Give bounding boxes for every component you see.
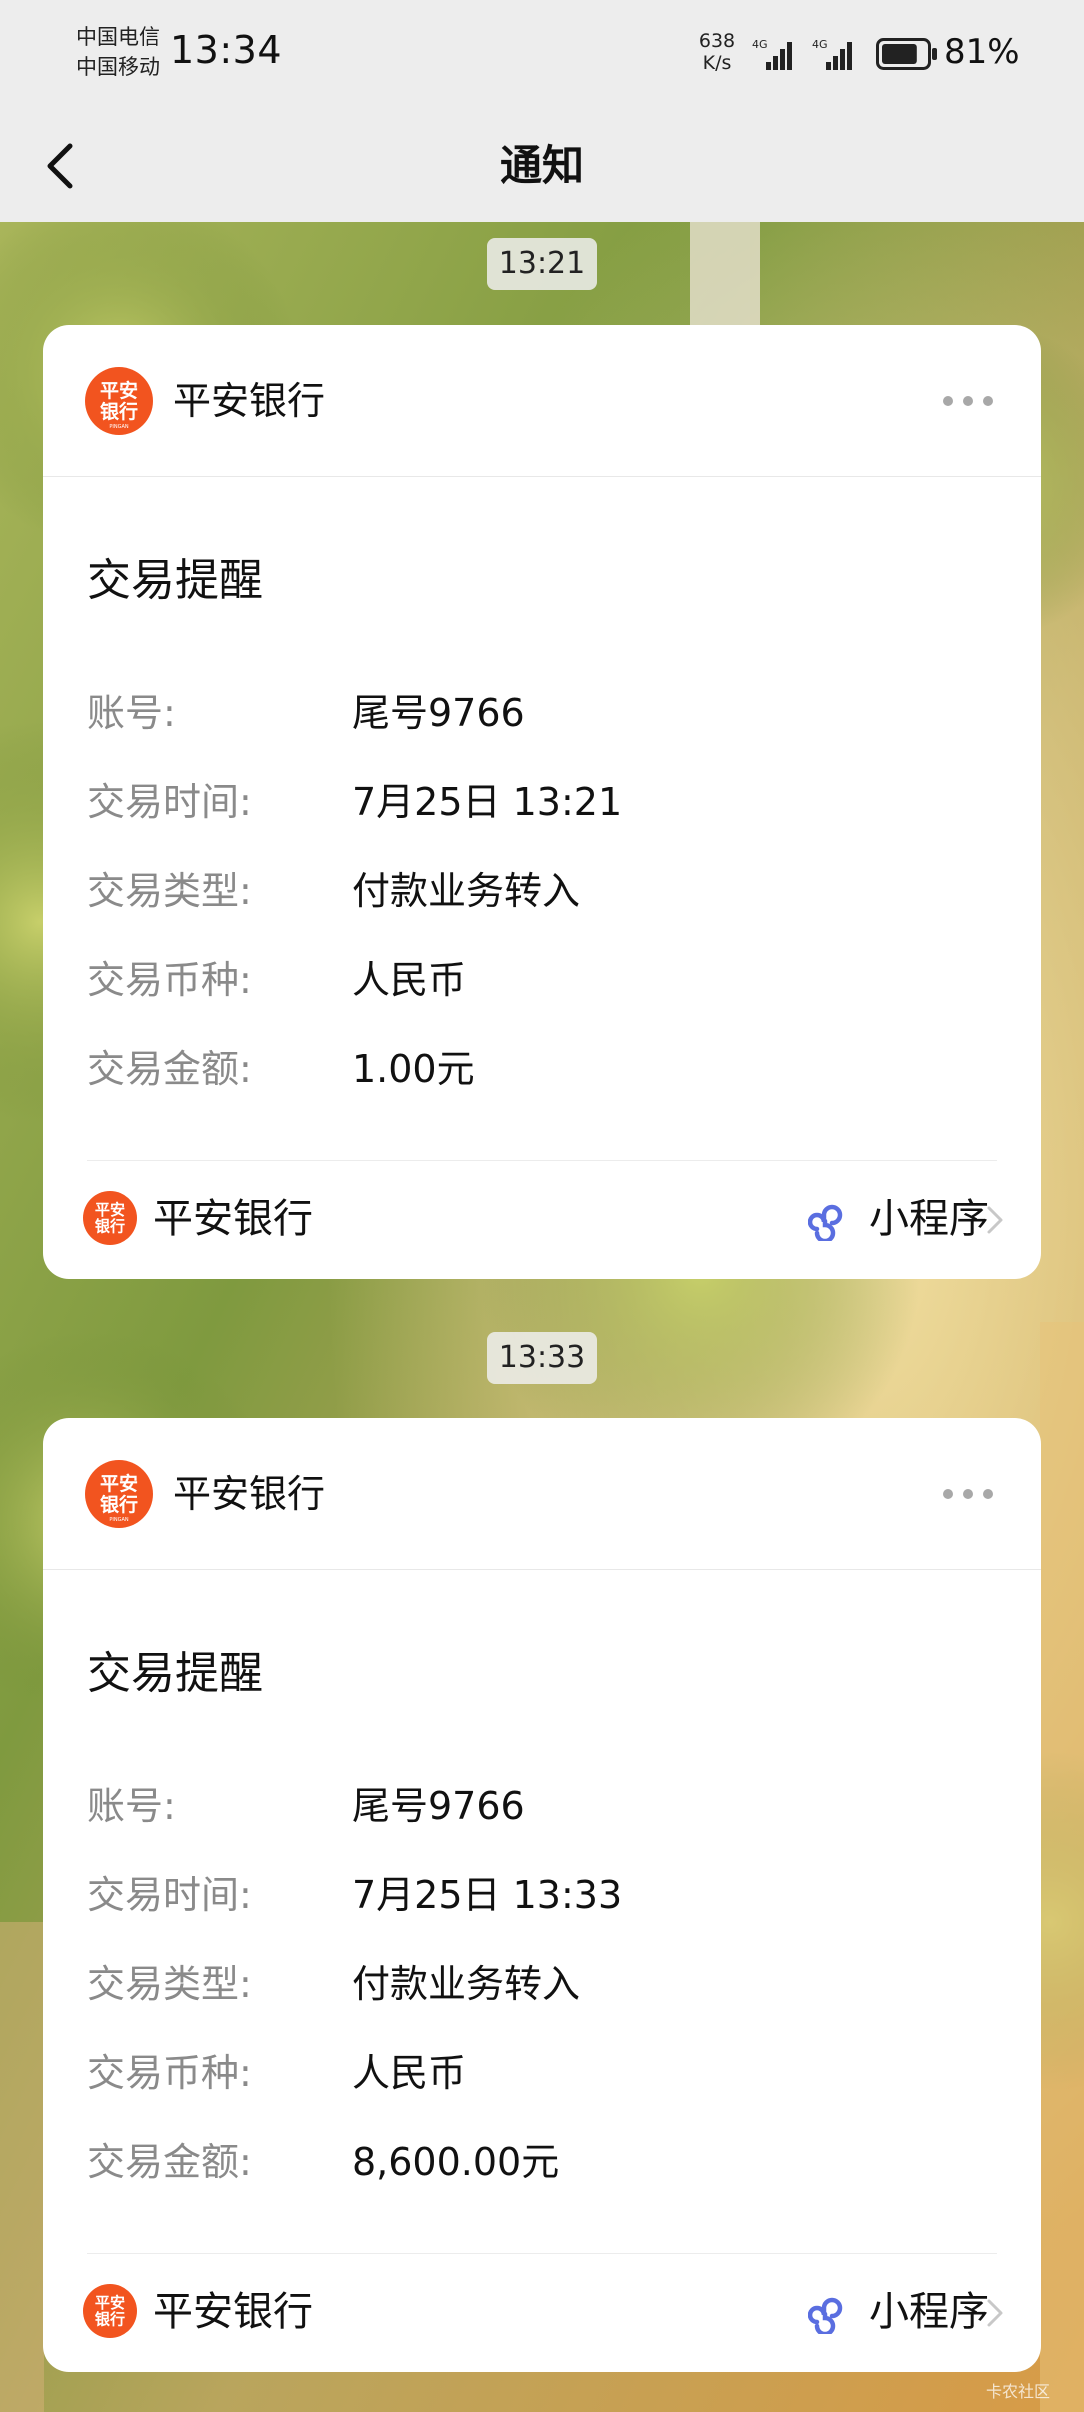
account-value: 尾号9766	[352, 1784, 525, 1828]
logo-text-bottom: 银行	[95, 2311, 125, 2329]
more-options-icon[interactable]	[939, 1480, 997, 1508]
transaction-type-value: 付款业务转入	[352, 869, 581, 913]
card-header: 平安 银行 PINGAN 平安银行	[43, 1418, 1041, 1570]
notification-card[interactable]: 平安 银行 PINGAN 平安银行 交易提醒 账号: 尾号9766 交易时间: …	[43, 325, 1041, 1279]
currency-value: 人民币	[352, 958, 467, 1002]
transaction-type-label: 交易类型:	[87, 1962, 252, 2006]
battery-percent: 81%	[944, 32, 1020, 72]
signal-2-label: 4G	[812, 38, 828, 51]
pingan-logo-small: 平安 银行	[83, 1191, 137, 1245]
transaction-time-value: 7月25日 13:21	[352, 780, 623, 824]
logo-text-top: 平安	[100, 379, 138, 402]
card-title: 交易提醒	[87, 1648, 263, 1699]
card-divider	[87, 1160, 997, 1161]
transaction-time-value: 7月25日 13:33	[352, 1873, 623, 1917]
status-time: 13:34	[170, 28, 283, 72]
chevron-right-icon	[987, 1206, 1003, 1234]
carrier-1: 中国电信	[76, 25, 160, 49]
signal-icon: 4G	[752, 38, 792, 70]
pingan-logo: 平安 银行 PINGAN	[85, 367, 153, 435]
logo-text-top: 平安	[95, 2294, 125, 2312]
card-title: 交易提醒	[87, 555, 263, 606]
currency-value: 人民币	[352, 2051, 467, 2095]
transaction-type-label: 交易类型:	[87, 869, 252, 913]
signal-1-label: 4G	[752, 38, 768, 51]
transaction-time-label: 交易时间:	[87, 780, 252, 824]
logo-text-bottom: 银行	[100, 1493, 138, 1516]
message-timestamp: 13:33	[487, 1332, 597, 1384]
mini-program-icon	[808, 2297, 843, 2334]
notification-card[interactable]: 平安 银行 PINGAN 平安银行 交易提醒 账号: 尾号9766 交易时间: …	[43, 1418, 1041, 2372]
logo-text-brand: PINGAN	[109, 424, 129, 430]
sender-name[interactable]: 平安银行	[173, 1418, 325, 1570]
network-speed-value: 638	[698, 30, 736, 52]
pingan-logo: 平安 银行 PINGAN	[85, 1460, 153, 1528]
amount-label: 交易金额:	[87, 1047, 252, 1091]
account-label: 账号:	[87, 1784, 176, 1828]
amount-label: 交易金额:	[87, 2140, 252, 2184]
mini-program-icon	[808, 1204, 843, 1241]
more-options-icon[interactable]	[939, 387, 997, 415]
amount-value: 1.00元	[352, 1047, 475, 1091]
back-button[interactable]	[30, 132, 90, 200]
logo-text-bottom: 银行	[100, 400, 138, 423]
network-speed-unit: K/s	[702, 52, 732, 74]
footer-sender-name[interactable]: 平安银行	[153, 1191, 313, 1247]
amount-value: 8,600.00元	[352, 2140, 560, 2184]
logo-text-top: 平安	[95, 1201, 125, 1219]
mini-program-link[interactable]: 小程序	[763, 1185, 1023, 1253]
card-divider	[87, 2253, 997, 2254]
logo-text-top: 平安	[100, 1472, 138, 1495]
footer-sender-name[interactable]: 平安银行	[153, 2284, 313, 2340]
account-label: 账号:	[87, 691, 176, 735]
sender-name[interactable]: 平安银行	[173, 325, 325, 477]
status-bar: 中国电信 中国移动 13:34 638 K/s 4G 4G 81%	[0, 0, 1084, 110]
network-speed: 638 K/s	[696, 30, 738, 74]
transaction-time-label: 交易时间:	[87, 1873, 252, 1917]
title-bar: 通知	[0, 110, 1084, 222]
carrier-2: 中国移动	[76, 55, 160, 79]
logo-text-bottom: 银行	[95, 1218, 125, 1236]
transaction-type-value: 付款业务转入	[352, 1962, 581, 2006]
logo-text-brand: PINGAN	[109, 1517, 129, 1523]
carrier-names: 中国电信 中国移动	[76, 22, 160, 82]
mini-program-link[interactable]: 小程序	[763, 2278, 1023, 2346]
mini-program-label: 小程序	[869, 2289, 989, 2335]
battery-icon	[876, 38, 937, 70]
pingan-logo-small: 平安 银行	[83, 2284, 137, 2338]
account-value: 尾号9766	[352, 691, 525, 735]
watermark: 卡农社区	[986, 2382, 1051, 2401]
chevron-right-icon	[987, 2299, 1003, 2327]
card-header: 平安 银行 PINGAN 平安银行	[43, 325, 1041, 477]
page-title: 通知	[499, 141, 584, 190]
signal-icon: 4G	[812, 38, 852, 70]
mini-program-label: 小程序	[869, 1196, 989, 1242]
chevron-left-icon	[47, 143, 73, 189]
currency-label: 交易币种:	[87, 958, 252, 1002]
currency-label: 交易币种:	[87, 2051, 252, 2095]
message-timestamp: 13:21	[487, 238, 597, 290]
